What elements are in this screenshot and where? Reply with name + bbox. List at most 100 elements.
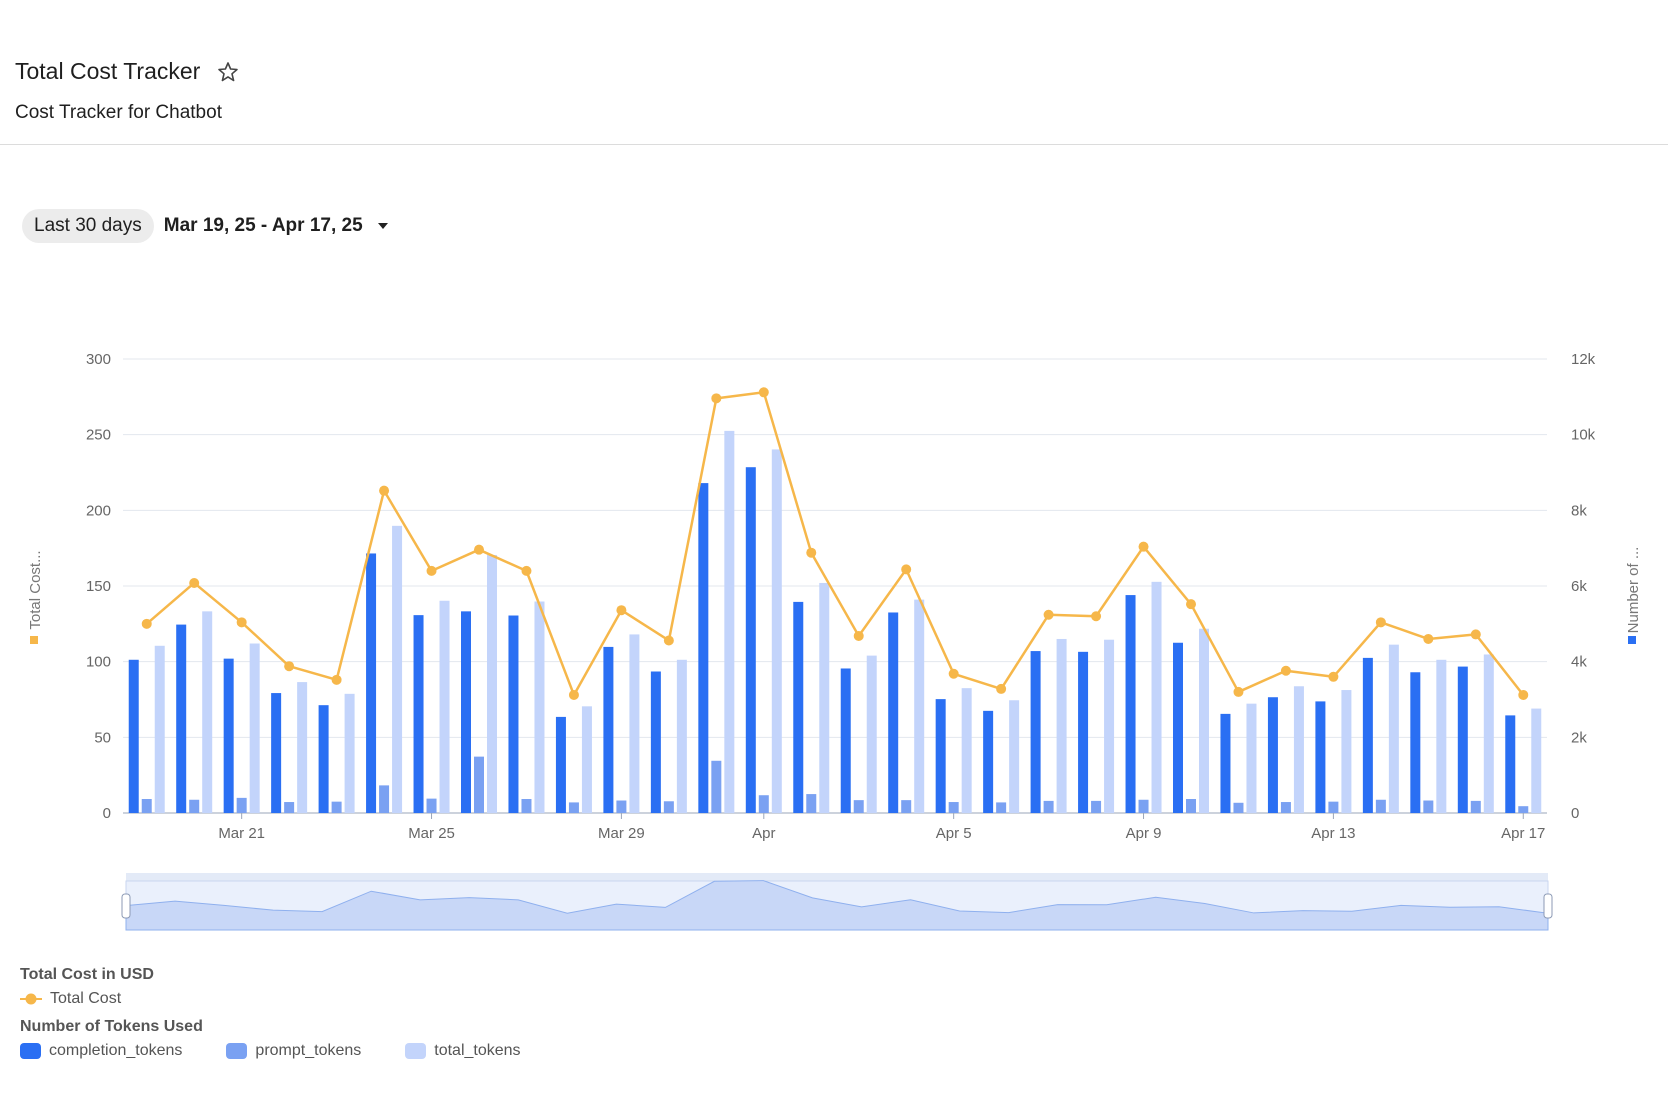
bar-completion_tokens[interactable] [1410, 672, 1421, 813]
point-total-cost[interactable] [474, 544, 484, 555]
bar-total_tokens[interactable] [1483, 654, 1494, 813]
bar-completion_tokens[interactable] [1125, 595, 1136, 813]
bar-total_tokens[interactable] [344, 693, 355, 813]
point-total-cost[interactable] [711, 393, 722, 404]
bar-completion_tokens[interactable] [1315, 701, 1326, 813]
bar-completion_tokens[interactable] [745, 467, 756, 813]
bar-completion_tokens[interactable] [128, 659, 139, 813]
bar-total_tokens[interactable] [1246, 703, 1257, 813]
bar-total_tokens[interactable] [1388, 644, 1399, 813]
bar-total_tokens[interactable] [202, 611, 213, 813]
point-total-cost[interactable] [236, 617, 247, 628]
slider-handle-left[interactable] [121, 893, 131, 919]
bar-prompt_tokens[interactable] [1375, 799, 1386, 813]
bar-total_tokens[interactable] [487, 554, 497, 813]
bar-completion_tokens[interactable] [1030, 651, 1041, 813]
bar-completion_tokens[interactable] [223, 658, 234, 813]
bar-total_tokens[interactable] [249, 643, 260, 813]
bar-prompt_tokens[interactable] [568, 802, 579, 813]
bar-total_tokens[interactable] [819, 582, 830, 813]
bar-completion_tokens[interactable] [271, 693, 282, 813]
bar-prompt_tokens[interactable] [1470, 800, 1481, 813]
bar-total_tokens[interactable] [534, 601, 545, 813]
bar-completion_tokens[interactable] [840, 668, 851, 813]
point-total-cost[interactable] [379, 485, 390, 496]
point-total-cost[interactable] [1423, 633, 1434, 644]
point-total-cost[interactable] [1186, 599, 1196, 610]
bar-prompt_tokens[interactable] [1518, 806, 1529, 813]
bar-total_tokens[interactable] [866, 655, 877, 813]
bar-prompt_tokens[interactable] [1138, 799, 1149, 813]
bar-prompt_tokens[interactable] [996, 802, 1007, 813]
bar-completion_tokens[interactable] [413, 615, 424, 813]
bar-completion_tokens[interactable] [793, 601, 804, 813]
bar-total_tokens[interactable] [629, 634, 640, 813]
bar-prompt_tokens[interactable] [948, 802, 959, 813]
bar-completion_tokens[interactable] [461, 611, 471, 813]
range-chip[interactable]: Last 30 days [22, 209, 154, 243]
bar-prompt_tokens[interactable] [1423, 800, 1434, 813]
bar-prompt_tokens[interactable] [1328, 801, 1339, 813]
bar-completion_tokens[interactable] [1457, 666, 1468, 813]
point-total-cost[interactable] [996, 683, 1007, 694]
bar-completion_tokens[interactable] [983, 710, 994, 813]
bar-prompt_tokens[interactable] [1280, 802, 1291, 813]
bar-total_tokens[interactable] [392, 525, 403, 813]
caret-down-icon[interactable] [377, 222, 389, 230]
bar-completion_tokens[interactable] [1505, 715, 1516, 813]
point-total-cost[interactable] [1470, 629, 1481, 640]
legend-item-total-tokens[interactable]: total_tokens [405, 1042, 521, 1060]
bar-prompt_tokens[interactable] [616, 800, 627, 813]
bar-prompt_tokens[interactable] [901, 800, 912, 813]
point-total-cost[interactable] [568, 689, 579, 700]
point-total-cost[interactable] [1328, 671, 1339, 682]
slider-handle-right[interactable] [1543, 893, 1553, 919]
point-total-cost[interactable] [141, 618, 152, 629]
bar-total_tokens[interactable] [1009, 700, 1020, 813]
bar-prompt_tokens[interactable] [189, 799, 200, 813]
bar-total_tokens[interactable] [1199, 628, 1209, 813]
bar-completion_tokens[interactable] [1173, 642, 1183, 813]
slider-track[interactable] [126, 873, 1548, 881]
point-total-cost[interactable] [758, 387, 769, 398]
bar-prompt_tokens[interactable] [853, 800, 864, 813]
bar-prompt_tokens[interactable] [284, 802, 295, 813]
bar-prompt_tokens[interactable] [331, 801, 342, 813]
bar-prompt_tokens[interactable] [141, 799, 152, 813]
point-total-cost[interactable] [806, 547, 817, 558]
bar-total_tokens[interactable] [439, 600, 450, 813]
bar-prompt_tokens[interactable] [236, 797, 247, 813]
bar-prompt_tokens[interactable] [1043, 800, 1054, 813]
bar-prompt_tokens[interactable] [758, 795, 769, 813]
bar-total_tokens[interactable] [676, 659, 687, 813]
point-total-cost[interactable] [284, 661, 295, 672]
bar-total_tokens[interactable] [1341, 690, 1352, 813]
bar-prompt_tokens[interactable] [1091, 800, 1102, 813]
bar-prompt_tokens[interactable] [379, 785, 390, 813]
point-total-cost[interactable] [853, 630, 864, 641]
point-total-cost[interactable] [426, 565, 437, 576]
point-total-cost[interactable] [616, 605, 627, 616]
point-total-cost[interactable] [521, 565, 532, 576]
legend-item-prompt-tokens[interactable]: prompt_tokens [226, 1042, 361, 1060]
bar-completion_tokens[interactable] [366, 553, 377, 813]
bar-total_tokens[interactable] [1436, 659, 1447, 813]
bar-prompt_tokens[interactable] [1233, 802, 1244, 813]
bar-prompt_tokens[interactable] [426, 798, 437, 813]
bar-completion_tokens[interactable] [1267, 697, 1278, 813]
bar-completion_tokens[interactable] [698, 483, 709, 813]
bar-total_tokens[interactable] [1151, 581, 1162, 813]
bar-completion_tokens[interactable] [508, 615, 519, 813]
point-total-cost[interactable] [189, 577, 200, 588]
bar-prompt_tokens[interactable] [474, 756, 484, 813]
point-total-cost[interactable] [331, 674, 342, 685]
bar-total_tokens[interactable] [297, 682, 308, 813]
bar-completion_tokens[interactable] [318, 705, 329, 813]
date-range-dropdown[interactable]: Mar 19, 25 - Apr 17, 25 [164, 215, 363, 237]
bar-prompt_tokens[interactable] [1186, 799, 1196, 813]
bar-completion_tokens[interactable] [650, 671, 661, 813]
point-total-cost[interactable] [1138, 541, 1149, 552]
bar-completion_tokens[interactable] [1362, 657, 1373, 813]
bar-completion_tokens[interactable] [555, 716, 566, 813]
bar-total_tokens[interactable] [771, 449, 782, 813]
